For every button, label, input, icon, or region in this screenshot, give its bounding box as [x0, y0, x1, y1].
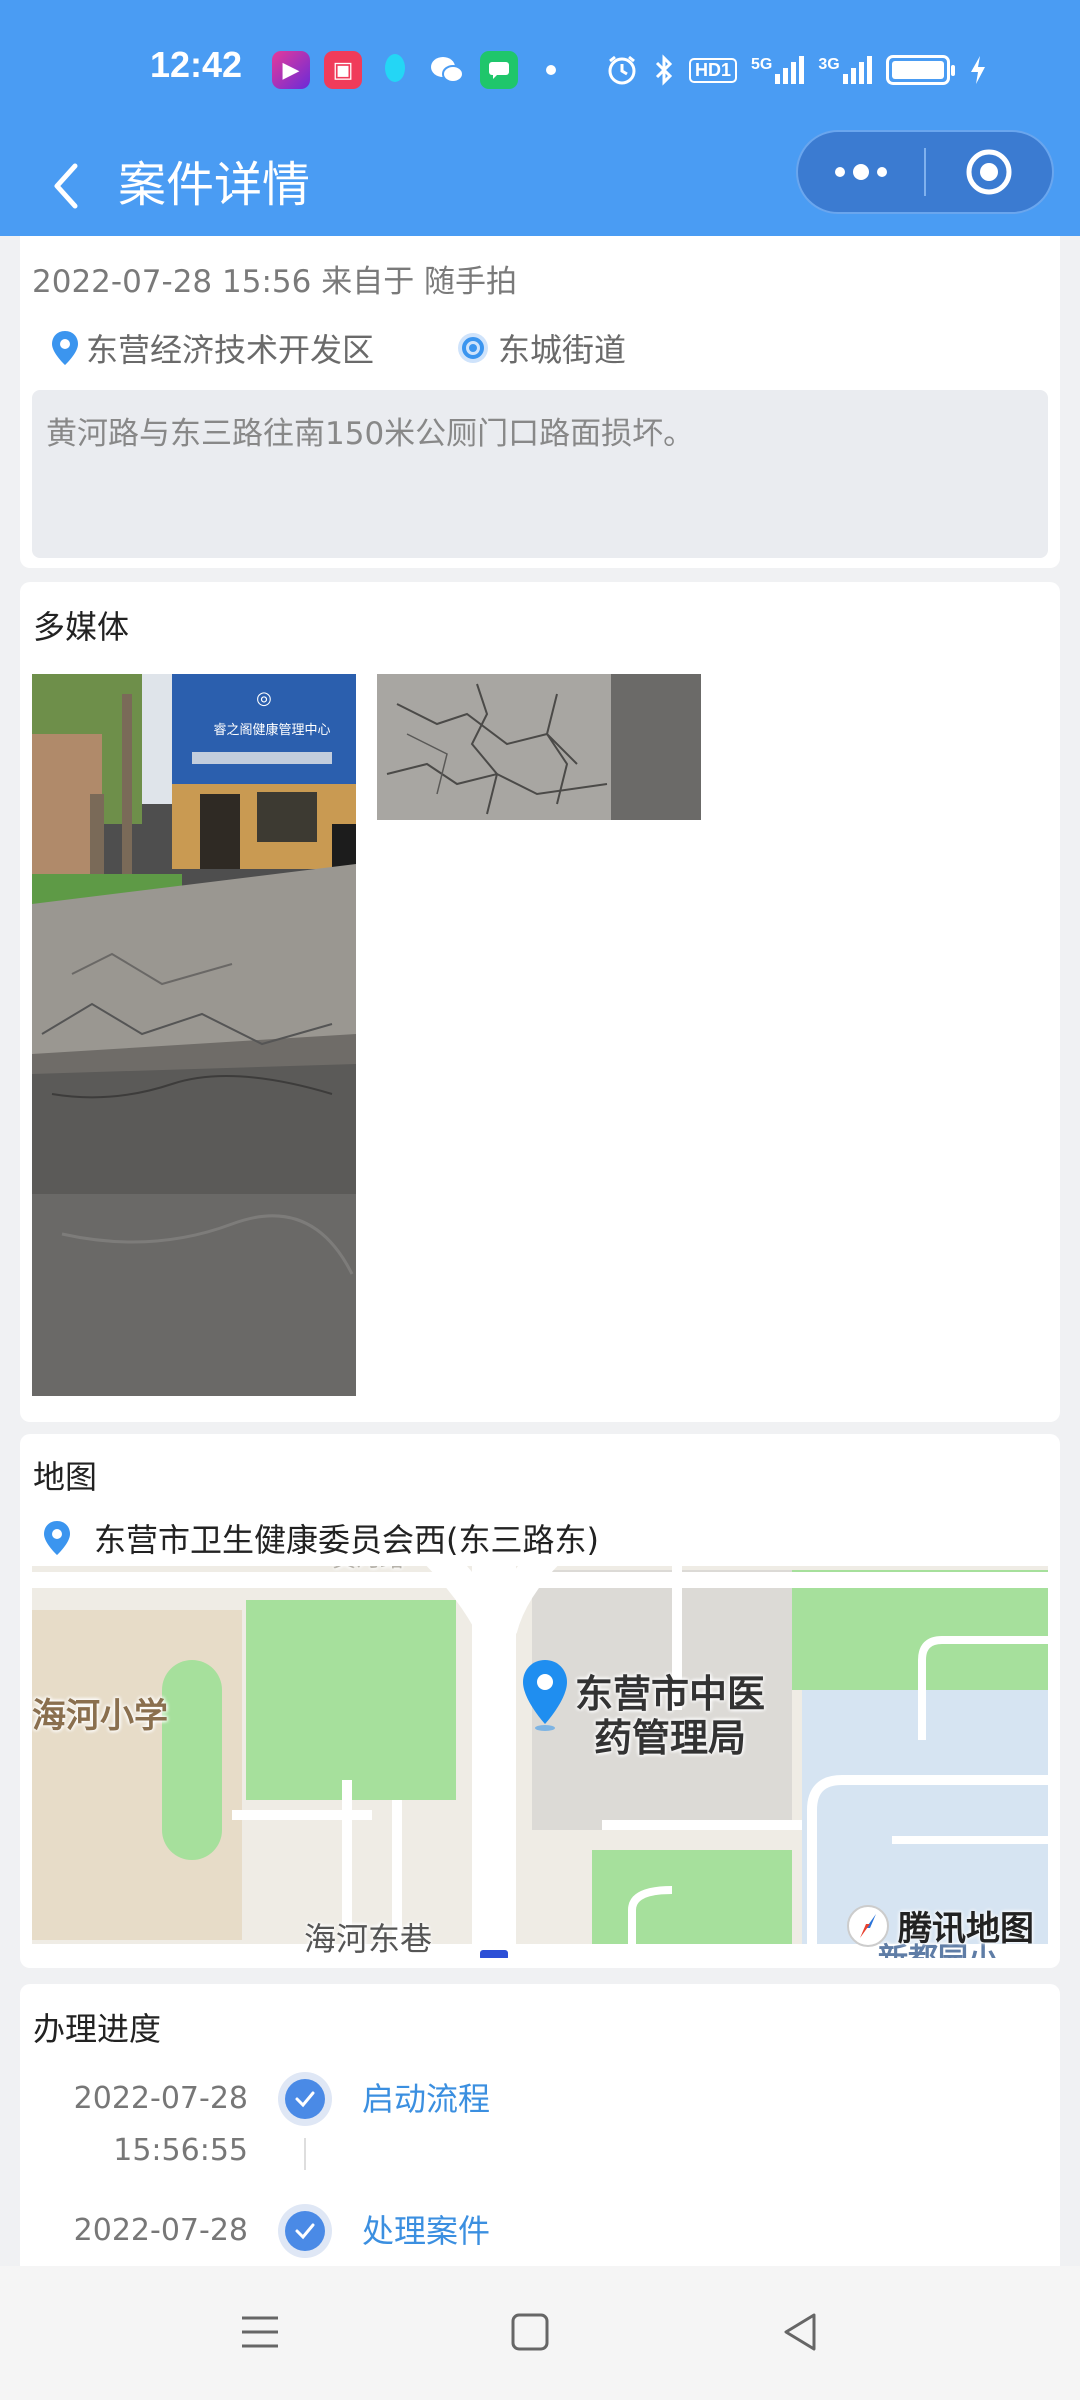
qq-icon	[376, 51, 414, 89]
map-address-bar: 东营市卫生健康委员会西(东三路东)	[32, 1510, 1048, 1566]
page-title: 案件详情	[118, 157, 311, 213]
message-icon	[480, 51, 518, 89]
bilibili-icon: ▣	[324, 51, 362, 89]
home-square-icon	[511, 2313, 549, 2351]
target-close-icon	[966, 149, 1012, 195]
street-tag: 东城街道	[454, 325, 754, 371]
map-school-label: 海河小学	[32, 1696, 168, 1736]
step-date: 2022-07-28	[73, 2213, 248, 2248]
step-name[interactable]: 处理案件	[362, 2206, 490, 2256]
map-marker-icon	[523, 1660, 567, 1731]
charging-icon	[970, 56, 985, 84]
system-nav-bar	[0, 2266, 1080, 2400]
notification-icons: ▶ ▣	[272, 48, 556, 92]
bluetooth-icon	[655, 54, 673, 86]
back-system-button[interactable]	[770, 2302, 830, 2362]
home-button[interactable]	[500, 2302, 560, 2362]
case-meta: 2022-07-28 15:56 来自于 随手拍	[32, 264, 518, 300]
step-date: 2022-07-28	[73, 2081, 248, 2116]
status-bar: 12:42 ▶ ▣ HD1 5G 3G	[0, 0, 1080, 134]
back-button[interactable]	[36, 156, 96, 216]
signal-5g: 5G	[751, 56, 805, 84]
location-pin-icon	[44, 1521, 70, 1555]
location-pin-icon	[52, 331, 78, 365]
media-card: 多媒体 ◎ 睿之阁健康管理中心	[20, 582, 1060, 1422]
media-title: 多媒体	[33, 608, 130, 646]
case-description: 黄河路与东三路往南150米公厕门口路面损坏。	[32, 390, 1048, 558]
status-time: 12:42	[150, 44, 243, 85]
dot-icon	[546, 65, 556, 75]
map-poi-label: 东营市中医 药管理局	[574, 1672, 765, 1760]
step-check-icon	[278, 2204, 332, 2258]
menu-button[interactable]	[230, 2302, 290, 2362]
close-program-button[interactable]	[926, 132, 1052, 212]
step-name[interactable]: 启动流程	[362, 2074, 490, 2124]
step-time: 15:56:55	[113, 2133, 248, 2168]
map-view[interactable]: 黄河路 海河小学 东营市中医 药管理局 海河东巷 新都园小 腾讯地图	[32, 1510, 1048, 1958]
compass-icon	[847, 1904, 889, 1947]
signal-3g-label: 3G	[818, 56, 840, 73]
alarm-icon	[608, 55, 636, 85]
location-target-icon	[458, 333, 488, 363]
map-lane-label: 海河东巷	[304, 1920, 433, 1958]
battery-icon	[885, 55, 955, 85]
svg-text:◎: ◎	[256, 688, 272, 709]
video-app-icon: ▶	[272, 51, 310, 89]
step-connector	[304, 2138, 306, 2170]
street-photo[interactable]: ◎ 睿之阁健康管理中心	[32, 674, 356, 1396]
case-info-card: 2022-07-28 15:56 来自于 随手拍 东营经济技术开发区 东城街道 …	[20, 236, 1060, 568]
map-address: 东营市卫生健康委员会西(东三路东)	[94, 1521, 599, 1559]
system-icons: HD1 5G 3G	[605, 48, 988, 92]
more-button[interactable]	[798, 132, 924, 212]
progress-title: 办理进度	[33, 2010, 162, 2048]
step-check-icon	[278, 2072, 332, 2126]
back-triangle-icon	[784, 2313, 816, 2351]
more-dots-icon	[835, 164, 887, 180]
district-tag: 东营经济技术开发区	[50, 325, 470, 371]
signal-3g: 3G	[818, 56, 872, 84]
tencent-map-brand: 腾讯地图	[898, 1909, 1034, 1949]
street-label: 东城街道	[498, 331, 627, 369]
shop-sign-text: 睿之阁健康管理中心	[213, 722, 330, 738]
hd-badge: HD1	[689, 57, 738, 83]
wechat-icon	[428, 51, 466, 89]
menu-icon	[242, 2316, 278, 2348]
mini-program-capsule	[796, 130, 1054, 214]
map-title: 地图	[33, 1458, 98, 1496]
map-card: 地图 黄河路 海河小学 东营	[20, 1434, 1060, 1968]
district-label: 东营经济技术开发区	[86, 331, 375, 369]
cracked-road-photo[interactable]	[377, 674, 701, 820]
chevron-left-icon	[54, 163, 78, 209]
signal-5g-label: 5G	[751, 56, 773, 73]
tencent-map-logo: 腾讯地图	[846, 1901, 1034, 1950]
